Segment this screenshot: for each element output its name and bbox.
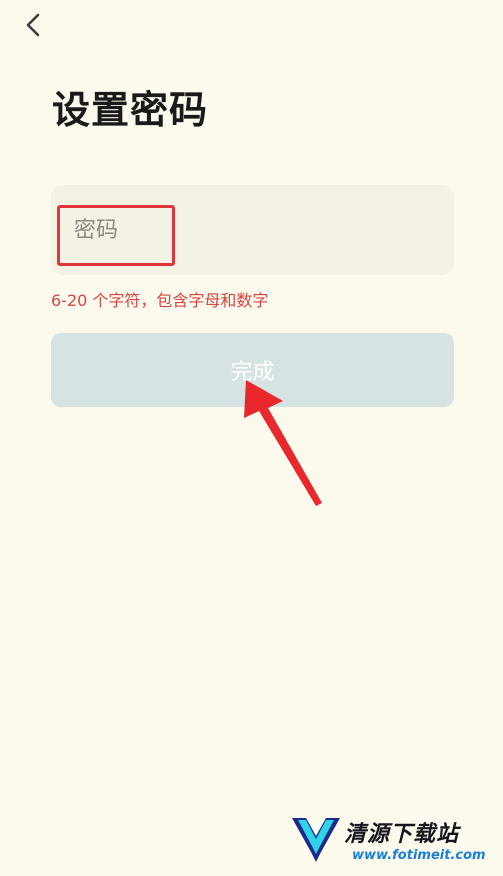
set-password-screen: 设置密码 6-20 个字符，包含字母和数字 完成 清源下载站 www.fotim…: [0, 0, 503, 876]
password-field-container: [51, 185, 454, 275]
password-hint: 6-20 个字符，包含字母和数字: [51, 291, 269, 310]
watermark-logo-icon: [292, 818, 340, 862]
done-button[interactable]: 完成: [51, 333, 454, 407]
page-title: 设置密码: [52, 88, 209, 132]
chevron-left-icon: [26, 13, 40, 37]
back-button[interactable]: [14, 6, 54, 46]
watermark-name: 清源下载站: [344, 822, 460, 847]
watermark-url: www.fotimeit.com: [352, 848, 486, 863]
password-input[interactable]: [51, 185, 454, 275]
watermark: 清源下载站 www.fotimeit.com: [290, 808, 486, 870]
